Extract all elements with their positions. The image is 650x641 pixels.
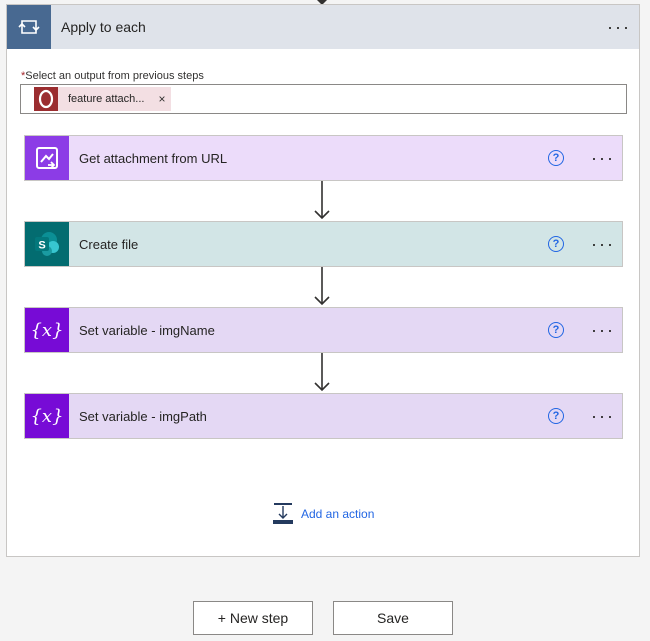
action-title: Set variable - imgPath (79, 408, 207, 424)
token-remove-icon[interactable]: × (158, 92, 165, 106)
connector-arrow-icon (314, 181, 330, 220)
sharepoint-icon: S (25, 222, 69, 266)
connector-arrow-icon (314, 267, 330, 306)
variable-glyph: {x} (30, 319, 64, 341)
new-step-button[interactable]: + New step (193, 601, 313, 635)
output-field-label: *Select an output from previous steps (21, 70, 204, 82)
save-button[interactable]: Save (333, 601, 453, 635)
output-field-label-text: Select an output from previous steps (25, 70, 204, 82)
action-more-button[interactable]: ··· (584, 136, 622, 180)
action-more-button[interactable]: ··· (584, 394, 622, 438)
feature-attachment-token[interactable]: feature attach... × (34, 87, 172, 111)
help-icon[interactable]: ? (548, 150, 564, 166)
help-icon[interactable]: ? (548, 322, 564, 338)
action-more-button[interactable]: ··· (584, 222, 622, 266)
action-title: Create file (79, 236, 139, 252)
connector-arrow-icon (314, 353, 330, 392)
token-label: feature attach... (68, 93, 145, 105)
help-icon[interactable]: ? (548, 408, 564, 424)
apply-to-each-title: Apply to each (61, 19, 146, 35)
variable-icon: {x} (25, 394, 69, 438)
apply-to-each-header[interactable]: Apply to each ··· (7, 5, 639, 49)
apply-to-each-card: Apply to each ··· *Select an output from… (6, 4, 640, 557)
action-more-button[interactable]: ··· (584, 308, 622, 352)
loop-more-button[interactable]: ··· (599, 5, 639, 49)
url-attachment-icon (25, 136, 69, 180)
variable-glyph: {x} (30, 405, 64, 427)
action-set-variable-imgname[interactable]: {x} Set variable - imgName ? ··· (24, 307, 623, 353)
add-action-label: Add an action (301, 507, 375, 521)
action-create-file[interactable]: S Create file ? ··· (24, 221, 623, 267)
loop-icon (7, 5, 51, 49)
connector-token-icon (34, 87, 58, 111)
add-action-icon (273, 503, 293, 524)
sharepoint-letter: S (38, 240, 45, 252)
variable-icon: {x} (25, 308, 69, 352)
action-get-attachment[interactable]: Get attachment from URL ? ··· (24, 135, 623, 181)
add-an-action-button[interactable]: Add an action (273, 503, 374, 525)
action-title: Set variable - imgName (79, 322, 215, 338)
action-set-variable-imgpath[interactable]: {x} Set variable - imgPath ? ··· (24, 393, 623, 439)
output-select-input[interactable]: feature attach... × (20, 84, 627, 114)
help-icon[interactable]: ? (548, 236, 564, 252)
action-title: Get attachment from URL (79, 150, 228, 166)
